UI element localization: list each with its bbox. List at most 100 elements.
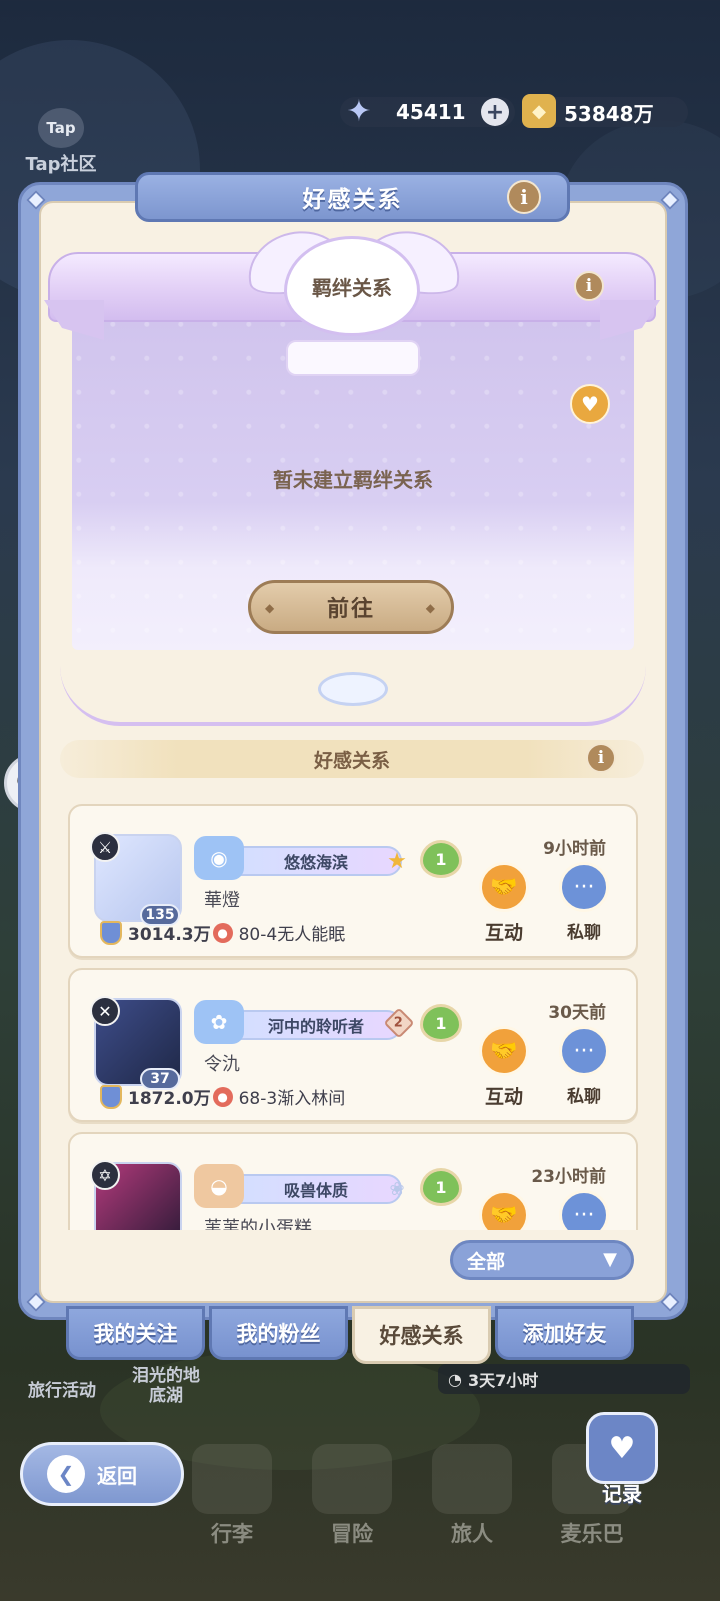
tab-add-friend[interactable]: 添加好友: [495, 1306, 634, 1360]
tap-community-button[interactable]: Tap Tap社区: [16, 108, 106, 176]
record-button[interactable]: ♥ 记录: [584, 1412, 660, 1508]
panel-title-tab: 好感关系 i: [135, 172, 570, 222]
favor-level-heart-icon: 1: [420, 1168, 462, 1206]
interact-label: 互动: [484, 1086, 523, 1108]
guild-emblem-icon: ✕: [90, 996, 120, 1026]
last-online-time: 23小时前: [531, 1167, 606, 1187]
add-gem-button[interactable]: +: [481, 98, 509, 126]
power-shield-icon: [100, 1084, 122, 1109]
gem-count: 45411: [396, 100, 466, 124]
title-badge: ◉ 悠悠海滨 ★: [194, 836, 407, 880]
tab-favor[interactable]: 好感关系: [352, 1306, 491, 1364]
friend-nickname: 令氿: [204, 1054, 240, 1075]
favor-heading: 好感关系: [313, 749, 390, 772]
filter-value: 全部: [467, 1250, 506, 1273]
nav-adventure[interactable]: 冒险: [302, 1444, 402, 1554]
avatar[interactable]: ✡: [90, 1160, 182, 1230]
private-chat-button[interactable]: ··· 私聊: [554, 862, 614, 943]
interact-label: 互动: [484, 922, 523, 944]
chest-icon: [192, 1444, 272, 1514]
bond-info-icon[interactable]: i: [574, 271, 604, 301]
gold-count: 53848万: [564, 101, 654, 126]
title-badge: ✿ 河中的聆听者 2: [194, 1000, 415, 1044]
power-value: 3014.3万: [128, 925, 211, 945]
star-gem-icon: ✦: [346, 93, 372, 129]
paw-icon: ❀: [389, 1178, 405, 1200]
cat-icon: ✿: [194, 1000, 244, 1044]
chat-icon: ···: [559, 862, 609, 912]
power-shield-icon: [100, 920, 122, 945]
favor-info-icon[interactable]: i: [586, 743, 616, 773]
back-arrow-icon: ❮: [47, 1455, 85, 1493]
handshake-icon: 🤝: [479, 1026, 529, 1076]
friend-card: ⚔ 135 ◉ 悠悠海滨 ★ 1 華燈 3014.3万 ● 80-4无人能眠 9…: [68, 804, 638, 958]
handshake-icon: 🤝: [479, 1190, 529, 1230]
sunglasses-icon: ◉: [194, 836, 244, 880]
friend-stats: 1872.0万 ● 68-3渐入林间: [100, 1084, 345, 1109]
chat-icon: ···: [559, 1026, 609, 1076]
title-badge: ◒ 吸兽体质 ❀: [194, 1164, 405, 1208]
nav-travelers[interactable]: 旅人: [422, 1444, 522, 1554]
back-label: 返回: [97, 1463, 137, 1488]
event-timer: ◔ 3天7小时: [438, 1364, 690, 1394]
location-pin-icon: ●: [212, 1086, 233, 1107]
character-icon: [432, 1444, 512, 1514]
title-rank: 2: [394, 1015, 404, 1031]
star-icon: ★: [387, 848, 407, 874]
lake-label: 泪光的地 底湖: [132, 1366, 200, 1406]
power-value: 1872.0万: [128, 1089, 211, 1109]
tab-following[interactable]: 我的关注: [66, 1306, 205, 1360]
pet-bowl-icon: ◒: [194, 1164, 244, 1208]
nav-label: 旅人: [451, 1522, 493, 1546]
broken-heart-icon[interactable]: ♥: [570, 384, 610, 424]
clock-icon: ◔: [448, 1369, 462, 1389]
nav-label: 冒险: [331, 1522, 373, 1546]
interact-button[interactable]: 🤝 互动: [474, 862, 534, 945]
bond-heading: 羁绊关系: [312, 275, 392, 300]
gold-currency: 53848万 ◆: [522, 94, 688, 128]
gem-currency: 45411 ✦ +: [340, 94, 515, 129]
interact-button[interactable]: 🤝: [474, 1190, 534, 1230]
swords-icon: [312, 1444, 392, 1514]
tap-icon: Tap: [38, 108, 84, 148]
friend-card: ✕ 37 ✿ 河中的聆听者 2 1 令氿 1872.0万 ● 68-3渐入林间 …: [68, 968, 638, 1122]
friend-list[interactable]: ⚔ 135 ◉ 悠悠海滨 ★ 1 華燈 3014.3万 ● 80-4无人能眠 9…: [58, 796, 650, 1230]
stage-progress: 80-4无人能眠: [238, 925, 346, 945]
friend-stats: 3014.3万 ● 80-4无人能眠: [100, 920, 345, 945]
filter-dropdown[interactable]: 全部 ▼: [450, 1240, 634, 1280]
avatar[interactable]: ✕ 37: [90, 996, 182, 1090]
panel-info-icon[interactable]: i: [507, 180, 541, 214]
guild-emblem-icon: ⚔: [90, 832, 120, 862]
location-pin-icon: ●: [212, 922, 233, 943]
record-label: 记录: [602, 1482, 642, 1506]
gold-coin-icon: ◆: [522, 94, 556, 128]
last-online-time: 9小时前: [543, 839, 606, 859]
chat-label: 私聊: [567, 1087, 601, 1107]
stage-progress: 68-3渐入林间: [238, 1089, 346, 1109]
bow-ornament: [318, 672, 388, 706]
tab-fans[interactable]: 我的粉丝: [209, 1306, 348, 1360]
timer-value: 3天7小时: [467, 1371, 539, 1390]
avatar[interactable]: ⚔ 135: [90, 832, 182, 926]
guild-emblem-icon: ✡: [90, 1160, 120, 1190]
panel-title: 好感关系: [302, 187, 403, 213]
nav-luggage[interactable]: 行李: [182, 1444, 282, 1554]
bond-name-plate: [286, 340, 420, 376]
chat-label: 私聊: [567, 923, 601, 943]
triangle-down-icon: ▼: [603, 1249, 617, 1270]
rank-diamond-icon: 2: [383, 1007, 415, 1039]
friend-nickname: 苇苇的小蛋糕: [204, 1218, 312, 1230]
chat-icon: ···: [559, 1190, 609, 1230]
social-tabs: 我的关注 我的粉丝 好感关系 添加好友: [66, 1306, 634, 1364]
favor-level-heart-icon: 1: [420, 1004, 462, 1042]
private-chat-button[interactable]: ···: [554, 1190, 614, 1230]
interact-button[interactable]: 🤝 互动: [474, 1026, 534, 1109]
handshake-icon: 🤝: [479, 862, 529, 912]
nav-label: 麦乐巴: [560, 1522, 624, 1546]
private-chat-button[interactable]: ··· 私聊: [554, 1026, 614, 1107]
goto-button[interactable]: 前往: [248, 580, 454, 634]
favor-level-heart-icon: 1: [420, 840, 462, 878]
back-button[interactable]: ❮ 返回: [20, 1442, 184, 1506]
friend-card: ✡ ◒ 吸兽体质 ❀ 1 苇苇的小蛋糕 23小时前 🤝 ···: [68, 1132, 638, 1230]
bond-heart-badge: 羁绊关系: [284, 236, 420, 336]
